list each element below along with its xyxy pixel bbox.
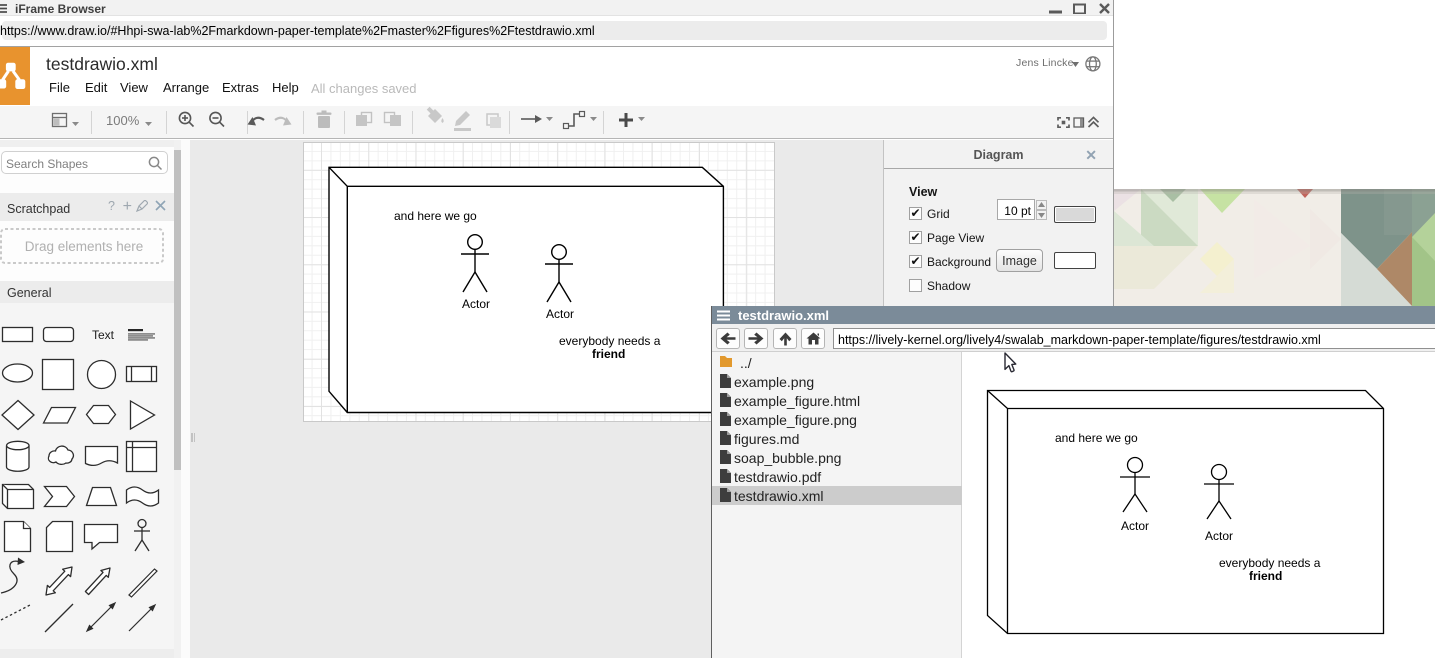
svg-text:100%: 100% xyxy=(106,113,140,128)
svg-text:Text: Text xyxy=(92,328,115,342)
